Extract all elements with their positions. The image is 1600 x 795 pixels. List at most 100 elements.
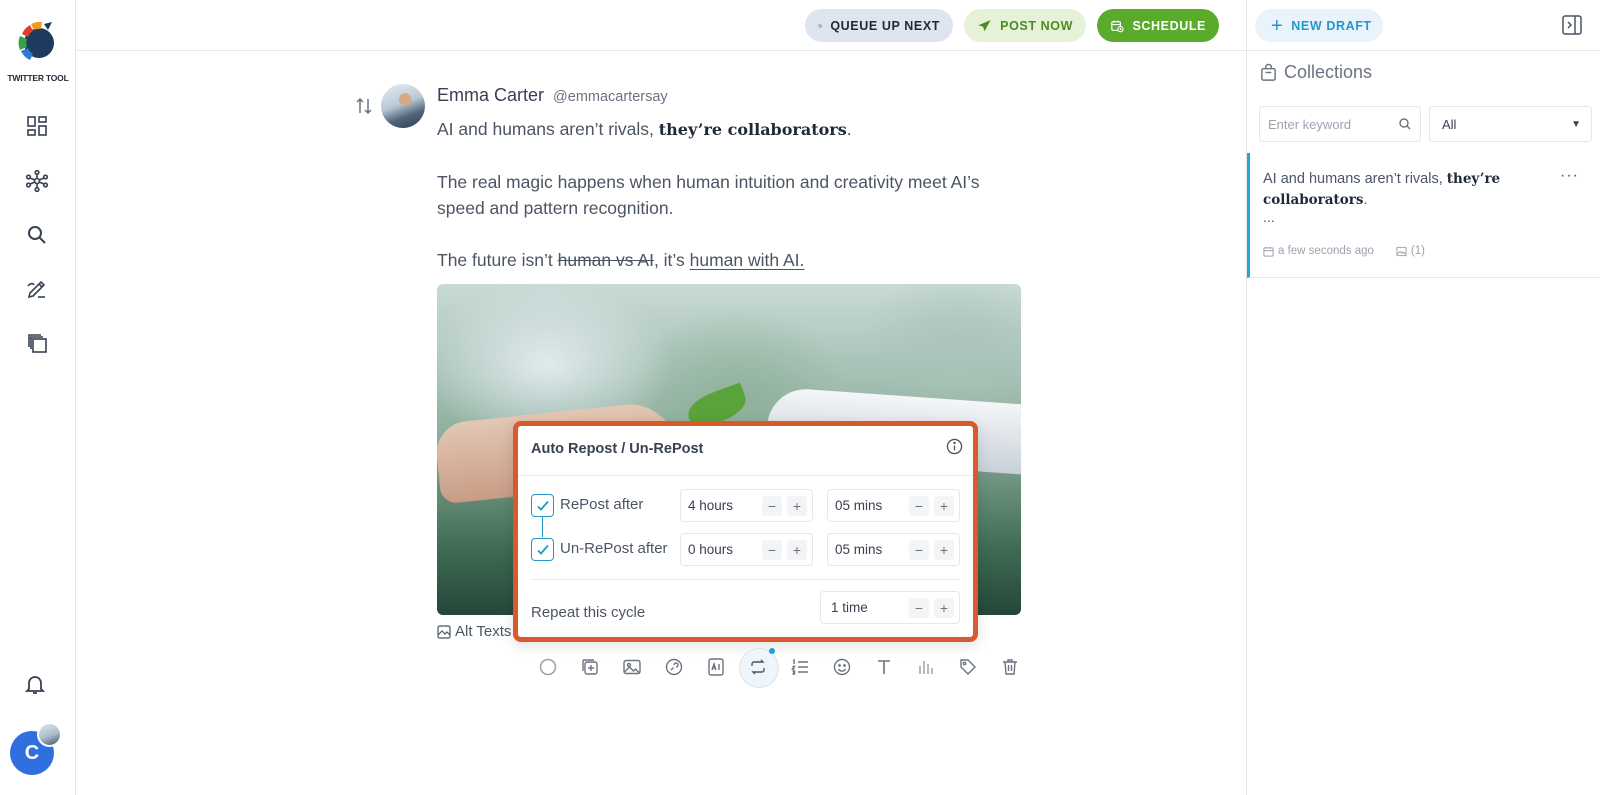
- post-text-segment: The future isn’t: [437, 250, 558, 270]
- calendar-icon: [1263, 246, 1274, 257]
- repost-mins-value: 05 mins: [835, 498, 883, 513]
- info-icon[interactable]: [946, 438, 963, 455]
- unrepost-hours-decrement-button[interactable]: −: [762, 539, 782, 560]
- trash-icon[interactable]: [989, 649, 1031, 685]
- tag-icon[interactable]: [947, 649, 989, 685]
- alt-texts-button[interactable]: Alt Texts: [437, 623, 511, 640]
- repost-mins-stepper[interactable]: 05 mins − +: [827, 489, 960, 522]
- unrepost-mins-stepper[interactable]: 05 mins − +: [827, 533, 960, 566]
- top-bar: QUEUE UP NEXT POST NOW SCHEDULE: [76, 0, 1246, 51]
- copy-icon[interactable]: [24, 330, 50, 356]
- toggle-sidebar-icon[interactable]: [1561, 14, 1583, 36]
- draft-ellipsis: ...: [1263, 209, 1275, 225]
- dashboard-icon[interactable]: [24, 113, 50, 139]
- auto-repost-icon[interactable]: [737, 648, 779, 688]
- logo-text: TWITTER TOOL: [7, 73, 69, 83]
- repost-checkbox[interactable]: [531, 494, 554, 517]
- reorder-arrows-icon[interactable]: [355, 96, 373, 116]
- post-text-segment: , it’s: [653, 250, 690, 270]
- queue-up-next-label: QUEUE UP NEXT: [830, 18, 940, 33]
- draft-image-count: (1): [1410, 245, 1425, 257]
- repost-mins-increment-button[interactable]: +: [934, 495, 954, 516]
- gif-icon[interactable]: [653, 649, 695, 685]
- checkbox-connector: [542, 516, 543, 537]
- numbered-list-icon[interactable]: [779, 649, 821, 685]
- collections-title: Collections: [1284, 62, 1373, 82]
- checkmark-icon: [536, 500, 549, 511]
- queue-up-next-button[interactable]: QUEUE UP NEXT: [805, 9, 953, 42]
- alt-text-image-icon: [437, 624, 451, 639]
- unrepost-checkbox[interactable]: [531, 538, 554, 561]
- post-text-segment: AI and humans aren’t rivals,: [437, 119, 659, 139]
- draft-timestamp: a few seconds ago: [1278, 245, 1374, 257]
- repost-mins-decrement-button[interactable]: −: [909, 495, 929, 516]
- emoji-icon[interactable]: [821, 649, 863, 685]
- repeat-cycle-decrement-button[interactable]: −: [909, 597, 929, 618]
- bag-icon: [1261, 63, 1276, 81]
- draft-text-segment: .: [1363, 192, 1368, 208]
- post-text-segment: .: [846, 119, 852, 139]
- unrepost-mins-value: 05 mins: [835, 542, 883, 557]
- active-indicator-dot: [769, 648, 775, 654]
- chevron-down-icon: ▼: [1571, 118, 1581, 130]
- draft-meta: a few seconds ago (1): [1263, 245, 1425, 257]
- author-handle: @emmacartersay: [553, 89, 668, 105]
- repost-hours-increment-button[interactable]: +: [787, 495, 807, 516]
- more-options-icon[interactable]: ···: [1560, 167, 1579, 185]
- post-paragraph-2: The real magic happens when human intuit…: [437, 172, 980, 218]
- ai-icon[interactable]: [695, 649, 737, 685]
- unrepost-mins-decrement-button[interactable]: −: [909, 539, 929, 560]
- plus-icon: +: [1271, 14, 1284, 37]
- schedule-button[interactable]: SCHEDULE: [1097, 9, 1219, 42]
- author-avatar: [381, 84, 425, 128]
- compose-icon[interactable]: [24, 276, 50, 302]
- search-icon[interactable]: [1398, 117, 1412, 131]
- unrepost-hours-increment-button[interactable]: +: [787, 539, 807, 560]
- unrepost-mins-increment-button[interactable]: +: [934, 539, 954, 560]
- poll-icon[interactable]: [905, 649, 947, 685]
- popup-divider: [531, 579, 960, 580]
- post-now-button[interactable]: POST NOW: [964, 9, 1086, 42]
- post-underlined-text: human with AI.: [689, 250, 805, 270]
- unrepost-hours-value: 0 hours: [688, 542, 734, 557]
- collection-filter-select[interactable]: All ▼: [1429, 106, 1592, 142]
- network-icon[interactable]: [24, 168, 50, 194]
- author-line: Emma Carter @emmacartersay: [437, 85, 668, 106]
- auto-repost-popup: Auto Repost / Un-RePost RePost after 4 h…: [513, 421, 978, 642]
- repost-hours-stepper[interactable]: 4 hours − +: [680, 489, 813, 522]
- post-toolbar: [527, 648, 1031, 688]
- calendar-clock-icon: [1111, 20, 1124, 32]
- repeat-cycle-value: 1 time: [831, 600, 868, 615]
- unrepost-hours-stepper[interactable]: 0 hours − +: [680, 533, 813, 566]
- post-now-label: POST NOW: [1000, 18, 1073, 33]
- search-icon[interactable]: [24, 222, 50, 248]
- repeat-cycle-stepper[interactable]: 1 time − +: [820, 591, 960, 624]
- app-logo[interactable]: [14, 18, 60, 64]
- unrepost-after-label: Un-RePost after: [560, 540, 668, 557]
- repost-after-label: RePost after: [560, 496, 644, 513]
- collections-panel: + NEW DRAFT Collections All ▼ AI and hum…: [1246, 0, 1600, 795]
- post-paragraph-3: The future isn’t human vs AI, it’s human…: [437, 247, 1027, 273]
- account-avatar[interactable]: [37, 722, 62, 747]
- queue-clock-icon: [818, 23, 822, 27]
- repost-hours-decrement-button[interactable]: −: [762, 495, 782, 516]
- post-paragraph-1: AI and humans aren’t rivals, they’re col…: [437, 116, 1027, 143]
- keyword-search-input[interactable]: [1268, 116, 1393, 132]
- repeat-cycle-label: Repeat this cycle: [531, 604, 646, 621]
- bell-icon[interactable]: [22, 671, 48, 697]
- draft-text-segment: AI and humans aren’t rivals,: [1263, 171, 1447, 187]
- send-icon: [978, 19, 991, 31]
- app-root: TWITTER TOOL C QUEUE UP NEXT POST NOW SC…: [0, 0, 1600, 795]
- draft-card[interactable]: AI and humans aren’t rivals, they’re col…: [1247, 153, 1600, 278]
- post-text-editor[interactable]: AI and humans aren’t rivals, they’re col…: [437, 116, 1027, 299]
- image-icon[interactable]: [611, 649, 653, 685]
- new-draft-button[interactable]: + NEW DRAFT: [1255, 9, 1383, 42]
- left-rail: TWITTER TOOL C: [0, 0, 76, 795]
- author-name: Emma Carter: [437, 85, 545, 105]
- add-thread-icon[interactable]: [569, 649, 611, 685]
- repeat-cycle-increment-button[interactable]: +: [934, 597, 954, 618]
- post-strikethrough-text: human vs AI: [557, 250, 654, 270]
- character-progress-icon[interactable]: [527, 649, 569, 685]
- post-bold-text: they’re collaborators: [658, 120, 847, 139]
- text-format-icon[interactable]: [863, 649, 905, 685]
